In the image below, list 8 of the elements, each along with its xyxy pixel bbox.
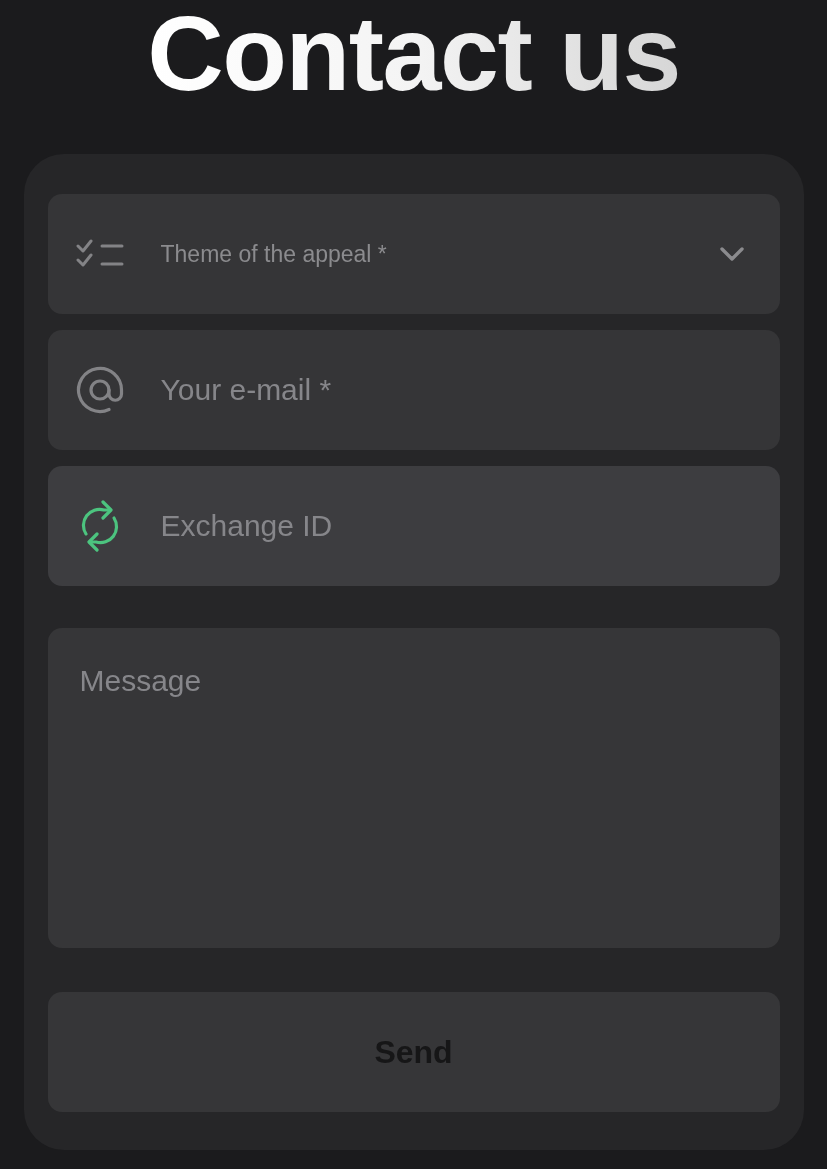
exchange-id-field[interactable]: Exchange ID — [47, 466, 780, 586]
email-field[interactable]: Your e-mail * — [47, 330, 780, 450]
at-sign-icon — [75, 366, 124, 414]
theme-select[interactable]: Theme of the appeal * — [47, 194, 780, 314]
message-field[interactable]: Message — [47, 628, 780, 948]
chevron-down-icon — [719, 247, 744, 261]
checklist-icon — [75, 239, 124, 269]
refresh-arrows-icon — [79, 500, 120, 552]
